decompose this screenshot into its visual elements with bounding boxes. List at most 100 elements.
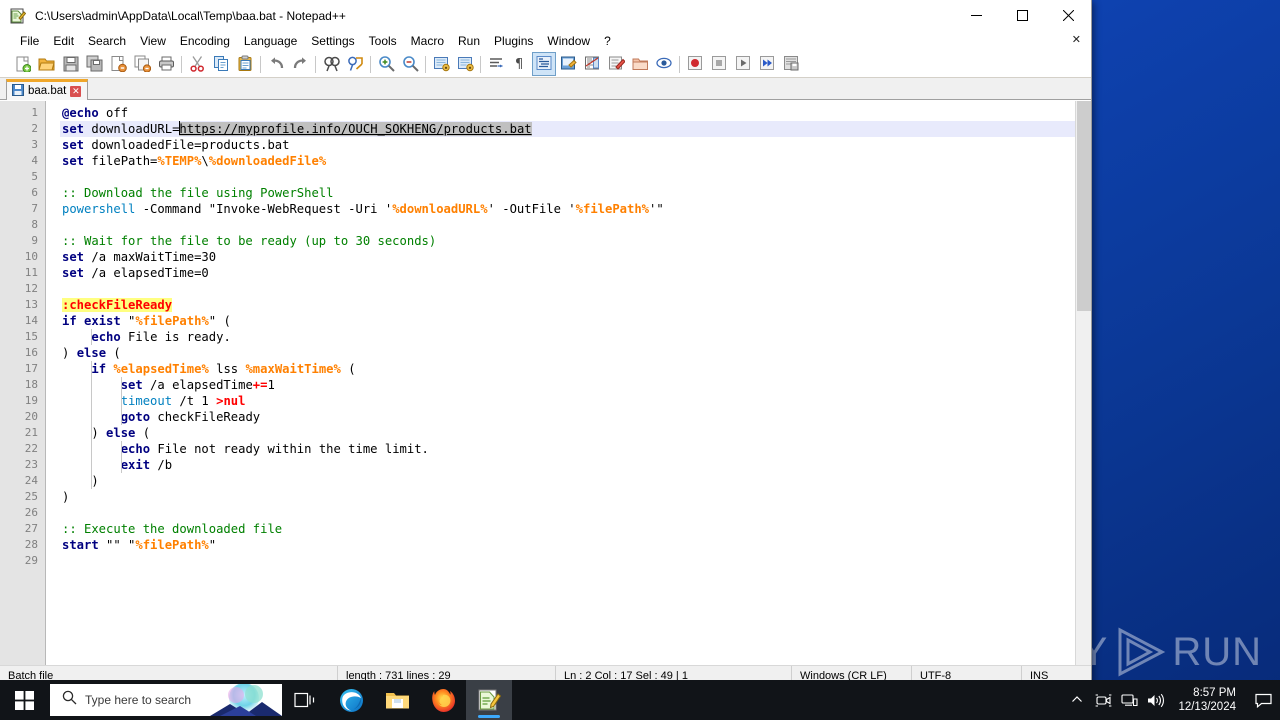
menu-item-run[interactable]: Run [451,33,487,49]
menu-item-file[interactable]: File [13,33,46,49]
start-button[interactable] [0,680,48,720]
editor-area[interactable]: 1 2 3 4 5 6 7 8 9 10 11 12 13 14 15 16 17 18 19 20 21 22 23 24 2… [0,100,1091,665]
camera-recording-icon[interactable] [1090,680,1116,720]
record-macro-icon[interactable] [683,52,707,76]
file-explorer-icon[interactable] [374,680,420,720]
fold-cell[interactable] [46,217,60,233]
save-icon[interactable] [58,52,82,76]
tab-close-icon[interactable]: ✕ [70,85,82,97]
run-macro-multiple-icon[interactable] [755,52,779,76]
menu-item-tools[interactable]: Tools [362,33,404,49]
show-all-characters-icon[interactable]: ¶ [508,52,532,76]
print-icon[interactable] [154,52,178,76]
fold-cell[interactable] [46,265,60,281]
fold-cell[interactable] [46,505,60,521]
open-file-icon[interactable] [34,52,58,76]
folder-as-workspace-icon[interactable] [628,52,652,76]
tab-baa-bat[interactable]: baa.bat ✕ [6,79,89,100]
zoom-in-icon[interactable] [374,52,398,76]
fold-cell[interactable] [46,297,60,313]
menu-item-settings[interactable]: Settings [304,33,361,49]
fold-cell[interactable] [46,361,60,377]
paste-icon[interactable] [233,52,257,76]
monitoring-icon[interactable] [652,52,676,76]
fold-cell[interactable] [46,521,60,537]
save-all-icon[interactable] [82,52,106,76]
minimize-button[interactable] [953,0,999,31]
network-icon[interactable] [1116,680,1142,720]
fold-margin[interactable] [46,101,60,665]
stop-recording-icon[interactable] [707,52,731,76]
fold-cell[interactable] [46,249,60,265]
close-all-files-icon[interactable] [130,52,154,76]
fold-cell[interactable] [46,137,60,153]
document-close-icon[interactable]: ✕ [1072,33,1081,46]
zoom-out-icon[interactable] [398,52,422,76]
fold-cell[interactable] [46,489,60,505]
action-center-icon[interactable] [1246,680,1280,720]
word-wrap-icon[interactable] [484,52,508,76]
fold-cell[interactable] [46,377,60,393]
menu-item-macro[interactable]: Macro [404,33,451,49]
fold-cell[interactable] [46,537,60,553]
user-defined-language-icon[interactable] [556,52,580,76]
notepad-plus-plus-taskbar-icon[interactable] [466,680,512,720]
scrollbar-thumb[interactable] [1077,101,1091,311]
clock[interactable]: 8:57 PM 12/13/2024 [1168,680,1246,720]
sync-vertical-scroll-icon[interactable] [429,52,453,76]
fold-cell[interactable] [46,441,60,457]
menu-item-window[interactable]: Window [540,33,597,49]
fold-cell[interactable] [46,457,60,473]
menu-item-edit[interactable]: Edit [46,33,81,49]
fold-cell[interactable] [46,201,60,217]
search-input[interactable]: Type here to search [50,684,282,716]
new-file-icon[interactable] [10,52,34,76]
menu-item-search[interactable]: Search [81,33,133,49]
sync-horizontal-scroll-icon[interactable] [453,52,477,76]
close-file-icon[interactable] [106,52,130,76]
show-hidden-icons-icon[interactable] [1064,680,1090,720]
fold-cell[interactable] [46,329,60,345]
fold-cell[interactable] [46,105,60,121]
menu-item-plugins[interactable]: Plugins [487,33,540,49]
copy-icon[interactable] [209,52,233,76]
document-map-icon[interactable] [580,52,604,76]
indent-guideline-icon[interactable] [532,51,556,76]
title-bar[interactable]: C:\Users\admin\AppData\Local\Temp\baa.ba… [0,0,1091,31]
close-button[interactable] [1045,0,1091,31]
save-macro-icon[interactable] [779,52,803,76]
fold-cell[interactable] [46,313,60,329]
mozilla-firefox-icon[interactable] [420,680,466,720]
code-line: ) else ( [60,345,1091,361]
menu-item-language[interactable]: Language [237,33,304,49]
menu-item-view[interactable]: View [133,33,173,49]
fold-cell[interactable] [46,121,60,137]
code-token: :: Execute the downloaded file [62,522,283,536]
volume-icon[interactable] [1142,680,1168,720]
fold-cell[interactable] [46,281,60,297]
undo-icon[interactable] [264,52,288,76]
fold-cell[interactable] [46,233,60,249]
play-macro-icon[interactable] [731,52,755,76]
fold-cell[interactable] [46,345,60,361]
fold-cell[interactable] [46,473,60,489]
replace-icon[interactable] [343,52,367,76]
menu-item-help[interactable]: ? [597,33,618,49]
maximize-button[interactable] [999,0,1045,31]
code-text-area[interactable]: @echo off set downloadURL=https://myprofi… [60,101,1091,665]
vertical-scrollbar[interactable] [1075,101,1091,665]
fold-cell[interactable] [46,425,60,441]
redo-icon[interactable] [288,52,312,76]
function-list-icon[interactable] [604,52,628,76]
microsoft-edge-icon[interactable] [328,680,374,720]
menu-item-encoding[interactable]: Encoding [173,33,237,49]
fold-cell[interactable] [46,393,60,409]
fold-cell[interactable] [46,553,60,569]
find-icon[interactable] [319,52,343,76]
fold-cell[interactable] [46,153,60,169]
fold-cell[interactable] [46,169,60,185]
fold-cell[interactable] [46,409,60,425]
cut-icon[interactable] [185,52,209,76]
task-view-icon[interactable] [282,680,328,720]
fold-cell[interactable] [46,185,60,201]
